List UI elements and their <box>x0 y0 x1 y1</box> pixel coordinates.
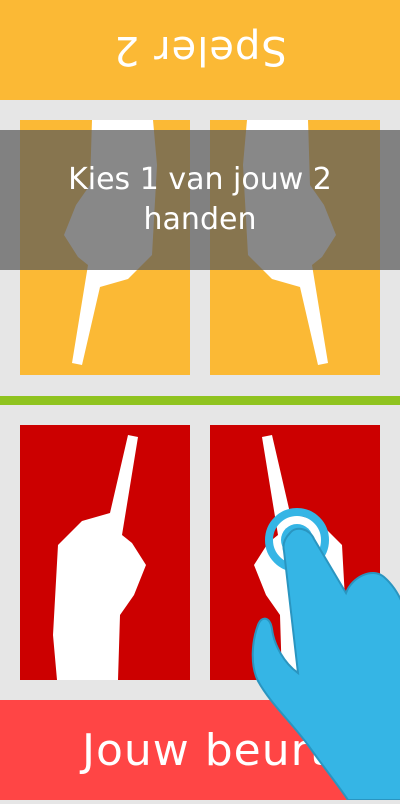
tap-hand-icon <box>240 495 400 801</box>
opponent-name: Speler 2 <box>113 27 287 73</box>
player-left-hand-card[interactable] <box>20 425 190 680</box>
center-divider <box>0 396 400 405</box>
pointing-hand-icon <box>53 435 146 680</box>
opponent-banner: Speler 2 <box>0 0 400 100</box>
instruction-text: Kies 1 van jouw 2 handen <box>68 162 332 237</box>
instruction-overlay: Kies 1 van jouw 2 handen <box>0 130 400 270</box>
